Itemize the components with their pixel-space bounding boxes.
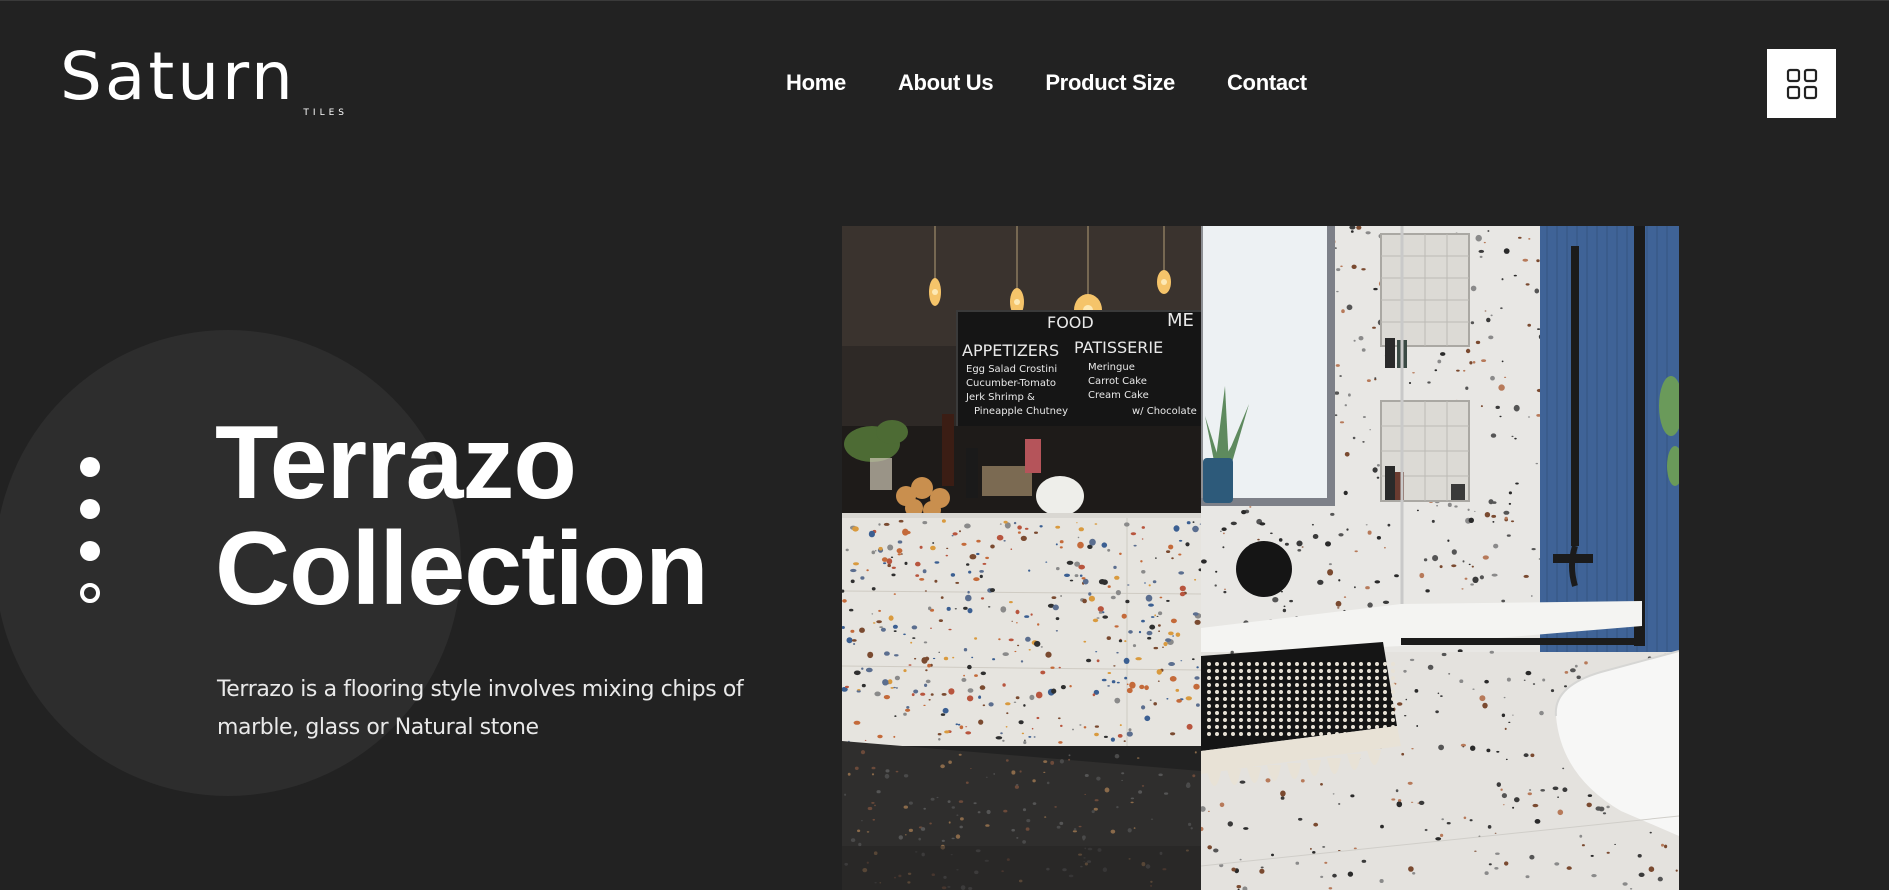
chalkboard-heading-right: PATISSERIE [1074,338,1163,357]
chalkboard-item-right-1: Meringue [1088,362,1135,373]
nav-about-us[interactable]: About Us [898,70,994,96]
menu-button[interactable] [1767,49,1836,118]
slider-dot-1[interactable] [80,457,100,477]
hero-description: Terrazo is a flooring style involves mix… [217,677,744,740]
nav-home[interactable]: Home [786,70,846,96]
chalkboard-item-left-4: Pineapple Chutney [974,406,1068,417]
brand-tagline: TILES [303,108,348,118]
bathroom-terrazzo-image [1201,226,1679,890]
slider-dot-4-active[interactable] [80,583,100,603]
chalkboard-item-left-1: Egg Salad Crostini [966,364,1057,375]
slider-dot-2[interactable] [80,499,100,519]
nav-product-size[interactable]: Product Size [1045,70,1175,96]
slider-dots [80,457,100,625]
hero-title: Terrazo Collection [215,405,709,627]
grid-icon [1786,68,1817,99]
chalkboard-item-right-4: w/ Chocolate [1132,406,1197,417]
top-border [0,0,1889,1]
chalkboard-item-left-3: Jerk Shrimp & [965,392,1035,403]
brand-name: Saturn [60,38,296,115]
nav-contact[interactable]: Contact [1227,70,1307,96]
hero-title-line2: Collection [215,511,709,627]
chalkboard-item-left-2: Cucumber-Tomato [966,378,1056,389]
chalkboard-top-text: FOOD [1047,313,1094,332]
page: Saturn TILES Home About Us Product Size … [0,0,1889,890]
chalkboard-item-right-2: Carrot Cake [1088,376,1147,387]
main-nav: Home About Us Product Size Contact [786,70,1307,96]
cafe-terrazzo-image: FOOD ME APPETIZERS PATISSERIE Egg Salad … [842,226,1201,890]
brand-logo[interactable]: Saturn TILES [60,44,360,124]
hero-title-line1: Terrazo [215,405,577,521]
slider-dot-3[interactable] [80,541,100,561]
chalkboard-item-right-3: Cream Cake [1088,390,1149,401]
chalkboard-top-right: ME [1167,310,1194,331]
chalkboard-heading-left: APPETIZERS [962,341,1059,360]
